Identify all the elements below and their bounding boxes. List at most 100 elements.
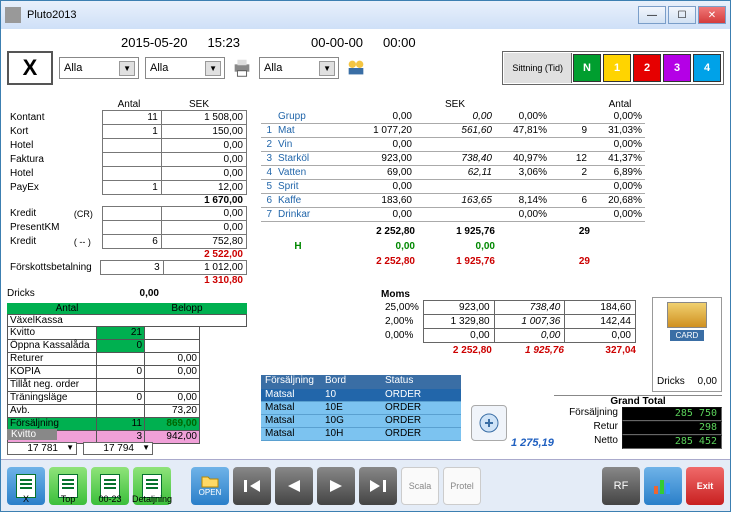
tool-exit-button[interactable]: Exit [686,467,724,505]
scroll-button[interactable] [471,405,507,441]
titlebar: Pluto2013 — ☐ ✕ [1,1,730,29]
sittning-group: Sittning (Tid) N1234 [502,51,724,85]
sittning-button-N[interactable]: N [573,54,601,82]
pay-label: Hotel [7,167,71,181]
pay-sek: 150,00 [161,125,246,139]
tool-next-button[interactable] [317,467,355,505]
gt-value: 298 [622,421,722,435]
op-label: Tillåt neg. order [7,379,97,392]
sittning-button-3[interactable]: 3 [663,54,691,82]
minimize-button[interactable]: — [638,6,666,24]
filter-dropdown-3[interactable]: Alla [259,57,339,79]
pay-sek: 0,00 [161,139,246,153]
payments-table: Kontant 11 1 508,00Kort 1 150,00Hotel 0,… [7,110,247,195]
gt-row1-c: 29 [550,226,590,237]
credits-table: Kredit (CR) 0,00PresentKM 0,00Kredit ( -… [7,206,247,249]
sittning-button-1[interactable]: 1 [603,54,631,82]
forskott-label: Förskottsbetalning [7,261,101,275]
bord-row[interactable]: Matsal10ORDER [261,389,461,402]
kvitto-to[interactable]: 17 794 [83,442,153,455]
op-belopp: 0,00 [145,366,200,379]
kvitto-from[interactable]: 17 781 [7,442,77,455]
prev-arrow-icon [284,478,304,494]
gt-label: Retur [554,421,622,435]
op-label: KOPIA [7,366,97,379]
sittning-button-2[interactable]: 2 [633,54,661,82]
tool-prev-button[interactable] [275,467,313,505]
moms-sum-b: 1 925,76 [492,345,564,356]
grp-hdr-sek: SEK [415,99,495,110]
printer-icon[interactable] [231,57,253,79]
bord-row[interactable]: Matsal10HORDER [261,428,461,441]
moms-sum-a: 2 252,80 [420,345,492,356]
gt-value: 285 750 [622,407,722,421]
sittning-button-4[interactable]: 4 [693,54,721,82]
credit-sek: 752,80 [161,235,246,249]
credit-sek: 0,00 [161,221,246,235]
card-box[interactable]: CARD Dricks 0,00 [652,297,722,392]
credit-sub: ( -- ) [71,235,103,249]
bord-row[interactable]: Matsal10GORDER [261,415,461,428]
pay-antal: 1 [103,181,162,195]
tool-open-button[interactable]: OPEN [191,467,229,505]
gt-row2-b: 1 925,76 [415,256,495,267]
card-dricks-value: 0,00 [698,376,717,387]
gt-h-label: H [261,241,335,252]
payment-pane: Antal SEK Kontant 11 1 508,00Kort 1 150,… [7,99,247,444]
pay-sek: 0,00 [161,167,246,181]
credit-antal [103,207,162,221]
tool-first-button[interactable] [233,467,271,505]
close-button[interactable]: ✕ [698,6,726,24]
op-belopp [145,340,200,353]
vaxel-hdr-antal: Antal [7,303,127,314]
op-label: Returer [7,353,97,366]
grp-hdr-antal: Antal [590,99,650,110]
bord-sum: 1 275,19 [511,437,554,449]
tool-rf-button[interactable]: RF [602,467,640,505]
moms-b: 738,40 [494,301,565,315]
moms-a: 1 329,80 [423,315,494,329]
tool-chart-button[interactable] [644,467,682,505]
op-antal: 0 [97,392,145,405]
dricks-value: 0,00 [99,288,159,299]
next-arrow-icon [326,478,346,494]
bord-table: Försäljning Bord Status Matsal10ORDERMat… [261,375,461,441]
group-row: 3Starköl 923,00738,40 40,97%1241,37% [261,152,711,166]
tool-last-button[interactable] [359,467,397,505]
tool-protel-button[interactable]: Protel [443,467,481,505]
op-belopp [145,327,200,340]
group-icon[interactable] [345,57,367,79]
forskott-table: Förskottsbetalning 3 1 012,00 [7,260,247,275]
pay-label: Hotel [7,139,71,153]
moms-sum-c: 327,04 [564,345,636,356]
tool-scala-button[interactable]: Scala [401,467,439,505]
op-antal: 0 [97,340,145,353]
pay-label: Kontant [7,111,71,125]
maximize-button[interactable]: ☐ [668,6,696,24]
gt-value: 285 452 [622,435,722,449]
op-label: Avb. [7,405,97,418]
pay-antal: 11 [103,111,162,125]
op-antal [97,379,145,392]
last-arrow-icon [368,478,388,494]
credit-sek: 0,00 [161,207,246,221]
filter-dropdown-2[interactable]: Alla [145,57,225,79]
op-antal [97,353,145,366]
gt-h-b: 0,00 [415,241,495,252]
op-label: Träningsläge [7,392,97,405]
group-row: 2Vin 0,00 0,00% [261,138,711,152]
moms-section: Moms 25,00% 923,00 738,40 184,602,00% 1 … [381,289,636,356]
group-row: 6Kaffe 183,60163,65 8,14%620,68% [261,194,711,208]
op-label: Öppna Kassalåda [7,340,97,353]
x-button[interactable]: X [7,51,53,85]
group-sales-table: SEK Antal Grupp 0,000,00 0,00%0,00%1Mat … [261,99,711,267]
pay-antal [103,167,162,181]
bord-row[interactable]: Matsal10EORDER [261,402,461,415]
toolbar: X Top 00-23 Detaljning OPEN [1,459,730,511]
moms-c: 142,44 [565,315,636,329]
gt-label: Försäljning [554,407,622,421]
filter-dropdown-1[interactable]: Alla [59,57,139,79]
grand-total-label: Grand Total [554,396,722,407]
application-window: Pluto2013 — ☐ ✕ 2015-05-20 15:23 00-00-0… [0,0,731,512]
pay-antal [103,139,162,153]
